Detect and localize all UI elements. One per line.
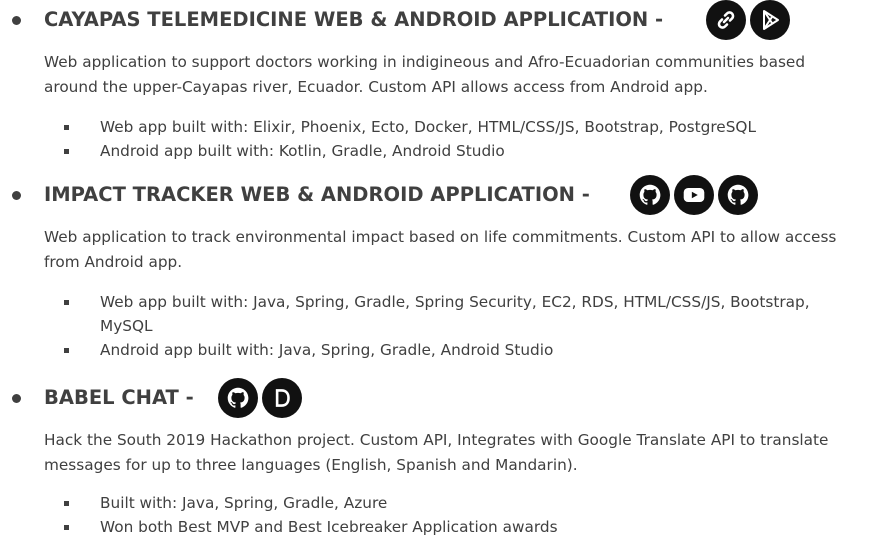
project-title: IMPACT TRACKER WEB & ANDROID APPLICATION…	[44, 183, 590, 206]
square-bullet	[64, 501, 69, 506]
github-icon[interactable]	[630, 175, 670, 215]
project-links	[706, 0, 790, 40]
list-item: Web app built with: Java, Spring, Gradle…	[0, 290, 820, 338]
bullet-dot	[12, 394, 21, 403]
project-description: Hack the South 2019 Hackathon project. C…	[44, 431, 829, 474]
project-tech-list: Web app built with: Java, Spring, Gradle…	[0, 290, 870, 362]
project-description: Web application to support doctors worki…	[44, 53, 806, 96]
devpost-icon[interactable]	[262, 378, 302, 418]
project-links	[218, 378, 302, 418]
list-item: Built with: Java, Spring, Gradle, Azure	[0, 491, 820, 515]
list-item: Android app built with: Kotlin, Gradle, …	[0, 139, 820, 163]
square-bullet	[64, 149, 69, 154]
list-item: Won both Best MVP and Best Icebreaker Ap…	[0, 515, 820, 539]
bullet-dot	[12, 191, 21, 200]
youtube-icon[interactable]	[674, 175, 714, 215]
project-links	[630, 175, 758, 215]
project-tech-list: Web app built with: Elixir, Phoenix, Ect…	[0, 115, 870, 163]
square-bullet	[64, 525, 69, 530]
list-item: Android app built with: Java, Spring, Gr…	[0, 338, 820, 362]
project-title: CAYAPAS TELEMEDICINE WEB & ANDROID APPLI…	[44, 8, 664, 31]
project-description: Web application to track environmental i…	[44, 228, 837, 271]
project-title-row: BABEL CHAT -	[0, 378, 870, 418]
project-tech-list: Built with: Java, Spring, Gradle, Azure …	[0, 491, 870, 539]
github-icon[interactable]	[718, 175, 758, 215]
square-bullet	[64, 300, 69, 305]
square-bullet	[64, 125, 69, 130]
google-play-icon[interactable]	[750, 0, 790, 40]
project-title-row: IMPACT TRACKER WEB & ANDROID APPLICATION…	[0, 175, 870, 215]
list-item: Web app built with: Elixir, Phoenix, Ect…	[0, 115, 820, 139]
project-title-row: CAYAPAS TELEMEDICINE WEB & ANDROID APPLI…	[0, 0, 870, 40]
link-icon[interactable]	[706, 0, 746, 40]
bullet-dot	[12, 16, 21, 25]
project-title: BABEL CHAT -	[44, 386, 194, 409]
square-bullet	[64, 348, 69, 353]
github-icon[interactable]	[218, 378, 258, 418]
